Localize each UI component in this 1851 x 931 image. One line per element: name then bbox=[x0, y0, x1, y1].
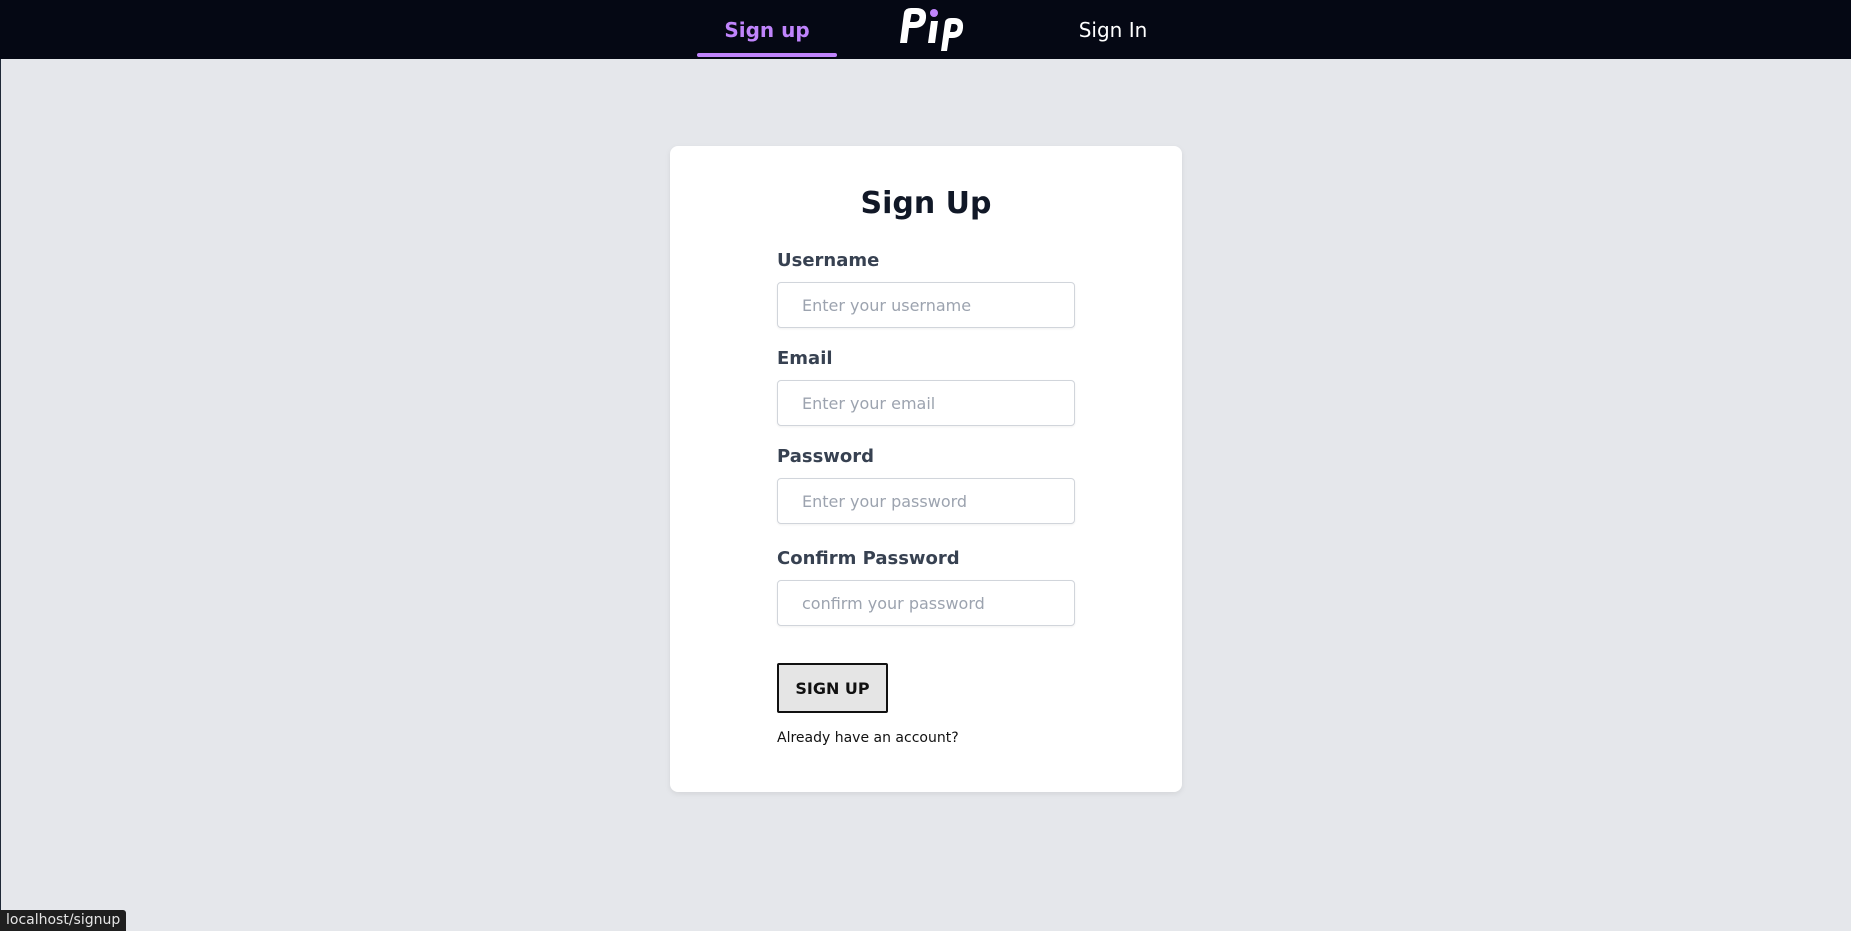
page-title: Sign Up bbox=[860, 186, 992, 221]
confirm-password-input[interactable] bbox=[777, 580, 1075, 626]
signup-card: Sign Up Username Email Password Confirm … bbox=[670, 146, 1182, 792]
signin-prompt-link[interactable]: Already have an account? bbox=[777, 730, 959, 746]
status-bar-url: localhost/signup bbox=[0, 910, 127, 931]
email-input[interactable] bbox=[777, 380, 1075, 426]
signup-button[interactable]: SIGN UP bbox=[777, 663, 888, 713]
username-input[interactable] bbox=[777, 282, 1075, 328]
nav-signin-link[interactable]: Sign In bbox=[1048, 0, 1178, 59]
nav-signup-link[interactable]: Sign up bbox=[697, 0, 837, 59]
password-label: Password bbox=[777, 446, 875, 467]
username-label: Username bbox=[777, 250, 880, 271]
top-navbar: Sign up Sign In bbox=[0, 0, 1851, 59]
confirm-password-label: Confirm Password bbox=[777, 548, 960, 569]
nav-signup-label: Sign up bbox=[724, 17, 810, 42]
left-border bbox=[0, 59, 1, 931]
pip-logo-icon[interactable] bbox=[894, 5, 966, 53]
active-tab-underline bbox=[697, 53, 837, 57]
password-input[interactable] bbox=[777, 478, 1075, 524]
email-label: Email bbox=[777, 348, 833, 369]
